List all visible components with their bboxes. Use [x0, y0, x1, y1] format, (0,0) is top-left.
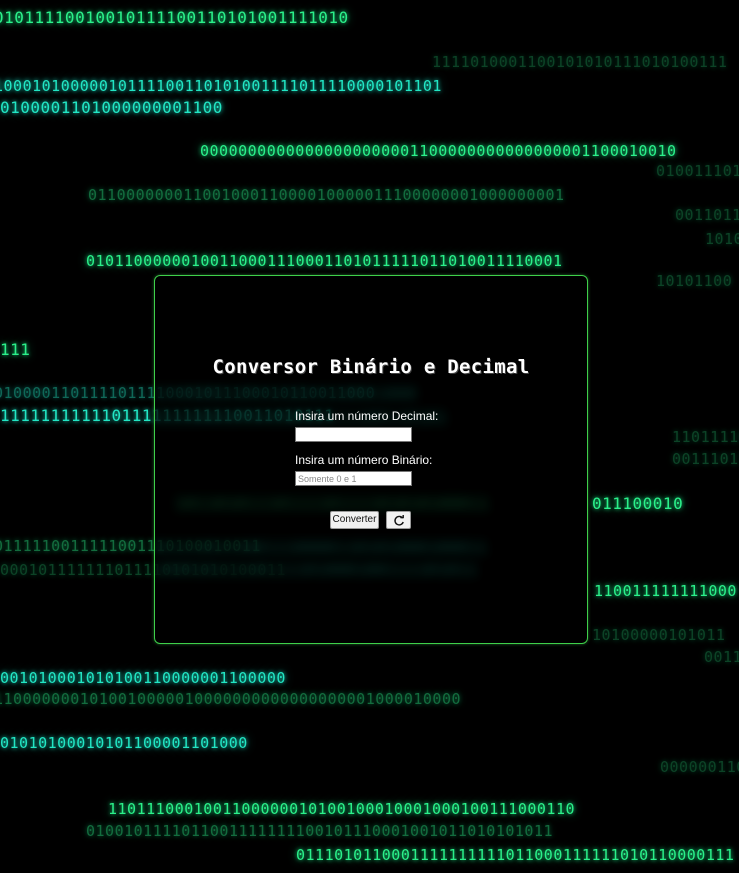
refresh-icon	[393, 515, 404, 526]
binary-row: 1010	[705, 230, 739, 248]
binary-row: 01010100010101100001101000	[0, 734, 248, 752]
binary-row: 00111011	[672, 450, 739, 468]
binary-row: 0100101111011001111111100101110001001011…	[86, 822, 554, 840]
binary-row: 1111010001100101010111010100111	[432, 53, 728, 71]
binary-row: 10101100	[656, 272, 733, 290]
binary-row: 0101100000010011000111000110101111101101…	[86, 252, 563, 270]
binary-row: 11011110	[672, 428, 739, 446]
binary-row: 0111010110001111111111011000111111010110…	[296, 846, 735, 864]
binary-input[interactable]	[295, 471, 412, 486]
decimal-input[interactable]	[295, 427, 412, 442]
matrix-background: 01011110010010111100110101001111010 11110…	[0, 0, 739, 873]
converter-panel: Conversor Binário e Decimal Insira um nú…	[154, 275, 588, 644]
binary-row: 1000101000001011110011010100111101111000…	[0, 77, 442, 95]
binary-row: 0100001101000000001100	[0, 98, 223, 117]
binary-row: 000000110	[660, 758, 739, 776]
binary-row: 111	[0, 340, 31, 359]
binary-row: 01011110010010111100110101001111010	[0, 8, 349, 27]
binary-row: 00110	[704, 648, 739, 666]
page-title: Conversor Binário e Decimal	[212, 356, 530, 378]
binary-row: 001010001010100110000001100000	[0, 669, 286, 687]
binary-row: 1101110001001100000010100100010001000100…	[108, 800, 576, 818]
binary-row: 1100000001010010000010000000000000000001…	[0, 690, 462, 708]
binary-label: Insira um número Binário:	[295, 453, 433, 467]
binary-row: 10100000101011	[592, 626, 726, 644]
binary-row: 0100111010	[656, 162, 739, 180]
binary-row: 0000000000000000000000110000000000000000…	[200, 142, 677, 160]
binary-row: 0110000000110010001100001000001110000000…	[88, 186, 565, 204]
convert-button[interactable]: Converter	[330, 511, 379, 529]
decimal-label: Insira um número Decimal:	[295, 409, 439, 423]
binary-row: 00110111	[675, 206, 739, 224]
binary-row: 011100010	[592, 494, 684, 513]
reset-button[interactable]	[386, 511, 411, 529]
binary-row: 110011111111000	[594, 582, 737, 600]
